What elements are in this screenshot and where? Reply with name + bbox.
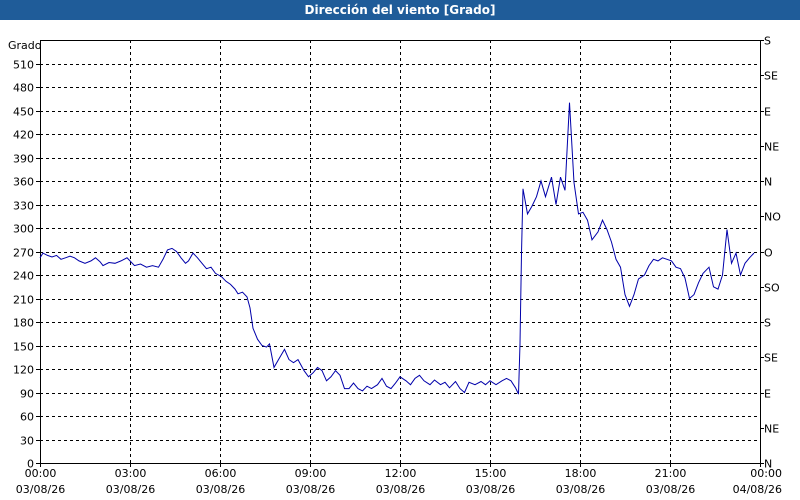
y-tick-label: 180	[13, 317, 34, 330]
x-tick-time: 03:00	[115, 467, 147, 480]
x-tick-date: 03/08/26	[556, 483, 605, 496]
y-tick-label: 210	[13, 294, 34, 307]
y-tick-label: 150	[13, 341, 34, 354]
chart-area: 0306090120150180210240270300330360390420…	[8, 35, 782, 497]
x-tick-time: 00:00	[25, 467, 57, 480]
x-tick-date: 03/08/26	[106, 483, 155, 496]
x-tick-date: 03/08/26	[646, 483, 695, 496]
x-tick-date: 03/08/26	[376, 483, 425, 496]
x-tick-time: 21:00	[655, 467, 687, 480]
y-tick-label: 30	[20, 435, 34, 448]
x-tick-time: 18:00	[565, 467, 597, 480]
y-tick-label: 510	[13, 59, 34, 72]
x-tick-time: 09:00	[295, 467, 327, 480]
x-tick-time: 06:00	[205, 467, 237, 480]
y-tick-label: 330	[13, 200, 34, 213]
right-axis-label: S	[764, 317, 771, 330]
right-axis-label: E	[764, 388, 771, 401]
y-tick-label: 360	[13, 176, 34, 189]
x-tick-date: 03/08/26	[466, 483, 515, 496]
y-tick-label: 480	[13, 82, 34, 95]
y-tick-label: 300	[13, 223, 34, 236]
x-tick-time: 15:00	[475, 467, 507, 480]
right-axis-label: O	[764, 247, 773, 260]
x-tick-time: 12:00	[385, 467, 417, 480]
right-axis-label: SE	[764, 70, 778, 83]
y-tick-label: 240	[13, 270, 34, 283]
y-tick-label: 450	[13, 106, 34, 119]
right-axis-label: NE	[764, 141, 779, 154]
x-tick-date: 03/08/26	[196, 483, 245, 496]
right-axis-label: NO	[764, 211, 781, 224]
y-tick-label: 420	[13, 129, 34, 142]
y-tick-label: 120	[13, 364, 34, 377]
y-tick-label: 90	[20, 388, 34, 401]
right-axis-label: NE	[764, 423, 779, 436]
right-axis-label: N	[764, 176, 772, 189]
right-axis-label: S	[764, 35, 771, 48]
y-tick-label: 60	[20, 411, 34, 424]
x-tick-date: 03/08/26	[286, 483, 335, 496]
x-tick-date: 04/08/26	[733, 483, 782, 496]
x-tick-time: 00:00	[750, 467, 782, 480]
right-axis-label: SE	[764, 352, 778, 365]
right-axis-label: E	[764, 106, 771, 119]
y-axis-label: Grado	[8, 39, 42, 52]
y-tick-label: 390	[13, 153, 34, 166]
x-tick-date: 03/08/26	[16, 483, 65, 496]
chart-title: Dirección del viento [Grado]	[0, 0, 800, 20]
y-tick-label: 270	[13, 247, 34, 260]
right-axis-label: SO	[764, 282, 780, 295]
